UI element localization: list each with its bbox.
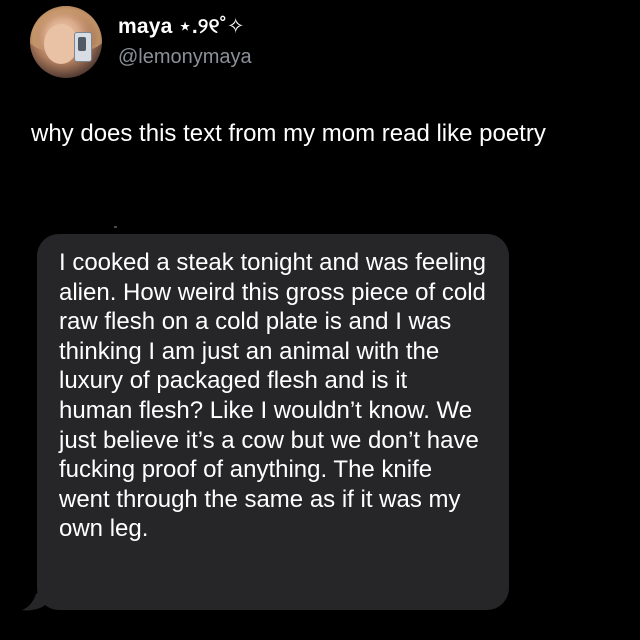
profile-avatar-icon[interactable] bbox=[30, 6, 102, 78]
message-bubble: I cooked a steak tonight and was feeling… bbox=[37, 234, 509, 610]
display-name[interactable]: maya ⋆.୨୧˚✧ bbox=[118, 14, 245, 39]
avatar-phone bbox=[74, 32, 92, 62]
avatar-face bbox=[44, 24, 78, 64]
tweet-header: maya ⋆.୨୧˚✧ @lemonymaya bbox=[30, 6, 620, 80]
tweet-text: why does this text from my mom read like… bbox=[31, 120, 546, 147]
decorative-dot bbox=[114, 226, 117, 228]
message-text: I cooked a steak tonight and was feeling… bbox=[59, 249, 486, 543]
user-handle[interactable]: @lemonymaya bbox=[118, 46, 252, 69]
